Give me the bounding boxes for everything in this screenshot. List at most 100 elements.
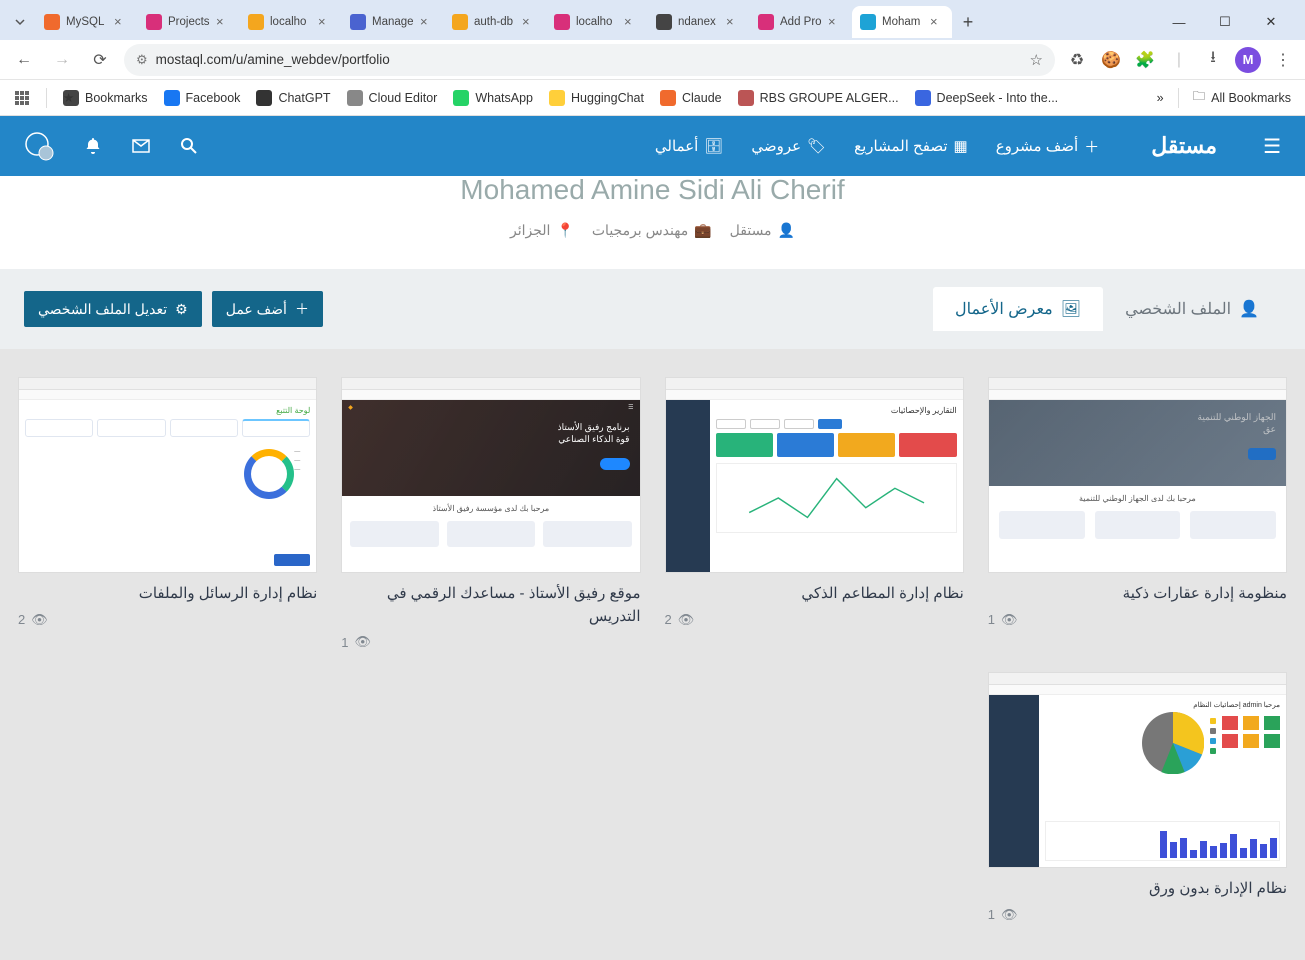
- portfolio-thumb[interactable]: ☰◆ برنامج رفيق الأستاذقوة الذكاء الصناعي…: [341, 377, 640, 573]
- nav-browse-projects[interactable]: تصفح المشاريع ▦: [854, 137, 968, 155]
- browser-tab[interactable]: localho×: [240, 6, 340, 38]
- tab-favicon: [452, 14, 468, 30]
- profile-name: Mohamed Amine Sidi Ali Cherif: [0, 170, 1305, 206]
- gallery-icon: 🖼: [1061, 299, 1081, 319]
- bookmark-star-icon[interactable]: ☆: [1030, 51, 1043, 69]
- portfolio-title[interactable]: منظومة إدارة عقارات ذكية: [988, 583, 1287, 606]
- profile-avatar[interactable]: M: [1235, 47, 1261, 73]
- window-maximize[interactable]: ☐: [1207, 8, 1243, 36]
- portfolio-title[interactable]: نظام إدارة المطاعم الذكي: [665, 583, 964, 606]
- extensions-puzzle-icon[interactable]: 🧩: [1133, 48, 1157, 72]
- bookmark-favicon: [453, 90, 469, 106]
- bookmark-item[interactable]: RBS GROUPE ALGER...: [738, 90, 899, 106]
- new-tab-button[interactable]: +: [954, 8, 982, 36]
- bookmark-favicon: [347, 90, 363, 106]
- tab-personal[interactable]: الملف الشخصي 👤: [1103, 287, 1281, 331]
- browser-tab[interactable]: Moham×: [852, 6, 952, 38]
- bookmark-item[interactable]: HuggingChat: [549, 90, 644, 106]
- close-icon[interactable]: ×: [318, 15, 332, 29]
- extension-cookie-icon[interactable]: 🍪: [1099, 48, 1123, 72]
- portfolio-card: الجهاز الوطني للتنميةعق مرحبا بك لدى الج…: [988, 377, 1287, 650]
- bookmark-item[interactable]: Facebook: [164, 90, 241, 106]
- window-minimize[interactable]: —: [1161, 8, 1197, 36]
- close-icon[interactable]: ×: [216, 15, 230, 29]
- browser-tab[interactable]: MySQL×: [36, 6, 136, 38]
- all-bookmarks[interactable]: 🗀 All Bookmarks: [1193, 87, 1291, 108]
- portfolio-card: مرحبا admin إحصائيات النظام: [988, 672, 1287, 923]
- tab-favicon: [758, 14, 774, 30]
- bookmark-favicon: [915, 90, 931, 106]
- tab-portfolio[interactable]: معرض الأعمال 🖼: [933, 287, 1103, 331]
- bookmarks-overflow[interactable]: »: [1157, 91, 1164, 105]
- bookmark-item[interactable]: ChatGPT: [256, 90, 330, 106]
- portfolio-title[interactable]: نظام الإدارة بدون ورق: [988, 878, 1287, 901]
- search-icon[interactable]: [180, 137, 198, 155]
- bookmark-item[interactable]: Cloud Editor: [347, 90, 438, 106]
- window-close[interactable]: ✕: [1253, 8, 1289, 36]
- downloads-icon[interactable]: ⭳: [1201, 48, 1225, 72]
- folder-icon: 🗀: [1193, 87, 1206, 108]
- site-topbar: أعمالي 🗄 عروضي 🏷 تصفح المشاريع ▦ أضف مشر…: [0, 116, 1305, 176]
- eye-icon: 👁: [31, 612, 48, 628]
- site-info-icon[interactable]: ⚙: [136, 52, 148, 68]
- nav-add-project[interactable]: أضف مشروع ＋: [996, 136, 1100, 157]
- nav-my-offers[interactable]: عروضي 🏷: [751, 137, 826, 155]
- profile-header: Mohamed Amine Sidi Ali Cherif الجزائر📍 م…: [0, 176, 1305, 269]
- close-icon[interactable]: ×: [522, 15, 536, 29]
- close-icon[interactable]: ×: [828, 15, 842, 29]
- tabs-actions-row: تعديل الملف الشخصي ⚙ أضف عمل ＋ معرض الأع…: [0, 269, 1305, 349]
- url-text: mostaql.com/u/amine_webdev/portfolio: [156, 52, 390, 67]
- tab-favicon: [248, 14, 264, 30]
- browser-tab[interactable]: ndanex×: [648, 6, 748, 38]
- extensions-recycle-icon[interactable]: ♻: [1065, 48, 1089, 72]
- browser-tab[interactable]: Add Pro×: [750, 6, 850, 38]
- browser-tab[interactable]: auth-db×: [444, 6, 544, 38]
- bell-icon[interactable]: [84, 137, 102, 155]
- tabs-dropdown[interactable]: [6, 8, 34, 36]
- portfolio-thumb[interactable]: الجهاز الوطني للتنميةعق مرحبا بك لدى الج…: [988, 377, 1287, 573]
- browser-tab[interactable]: Manage×: [342, 6, 442, 38]
- tab-favicon: [44, 14, 60, 30]
- nav-my-work[interactable]: أعمالي 🗄: [655, 137, 723, 155]
- browser-tab[interactable]: localho×: [546, 6, 646, 38]
- portfolio-title[interactable]: موقع رفيق الأستاذ - مساعدك الرقمي في الت…: [341, 583, 640, 628]
- globe-user-icon[interactable]: [24, 131, 54, 161]
- eye-icon: 👁: [678, 612, 695, 628]
- user-icon: 👤: [778, 222, 795, 239]
- apps-icon[interactable]: [14, 90, 30, 106]
- browser-chrome: MySQL×Projects×localho×Manage×auth-db×lo…: [0, 0, 1305, 116]
- plus-icon: ＋: [1084, 136, 1099, 157]
- portfolio-thumb[interactable]: مرحبا admin إحصائيات النظام: [988, 672, 1287, 868]
- nav-back[interactable]: ←: [10, 46, 38, 74]
- bookmark-item[interactable]: Claude: [660, 90, 722, 106]
- close-icon[interactable]: ×: [624, 15, 638, 29]
- browser-tab[interactable]: Projects×: [138, 6, 238, 38]
- portfolio-title[interactable]: نظام إدارة الرسائل والملفات: [18, 583, 317, 606]
- add-work-button[interactable]: أضف عمل ＋: [212, 291, 323, 327]
- eye-icon: 👁: [1001, 612, 1018, 628]
- portfolio-views: 1👁: [341, 634, 640, 650]
- portfolio-thumb[interactable]: التقارير والإحصائيات: [665, 377, 964, 573]
- close-icon[interactable]: ×: [114, 15, 128, 29]
- close-icon[interactable]: ×: [420, 15, 434, 29]
- nav-reload[interactable]: ⟳: [86, 46, 114, 74]
- menu-burger-icon[interactable]: ☰: [1263, 134, 1281, 159]
- chrome-menu-icon[interactable]: ⋮: [1271, 48, 1295, 72]
- bookmark-item[interactable]: DeepSeek - Into the...: [915, 90, 1059, 106]
- tab-favicon: [554, 14, 570, 30]
- envelope-icon[interactable]: [132, 137, 150, 155]
- nav-forward[interactable]: →: [48, 46, 76, 74]
- tab-favicon: [350, 14, 366, 30]
- profile-status: مستقل👤: [730, 222, 795, 239]
- user-icon: 👤: [1239, 299, 1259, 319]
- portfolio-thumb[interactable]: لوحة التتبع ———: [18, 377, 317, 573]
- close-icon[interactable]: ×: [726, 15, 740, 29]
- close-icon[interactable]: ×: [930, 15, 944, 29]
- grid-icon: ▦: [954, 137, 968, 155]
- bookmark-favicon: [164, 90, 180, 106]
- bookmark-item[interactable]: ★Bookmarks: [63, 90, 148, 106]
- bookmark-item[interactable]: WhatsApp: [453, 90, 533, 106]
- url-bar[interactable]: ⚙ mostaql.com/u/amine_webdev/portfolio ☆: [124, 44, 1055, 76]
- brand-logo[interactable]: مستقل: [1151, 133, 1217, 159]
- edit-profile-button[interactable]: تعديل الملف الشخصي ⚙: [24, 291, 202, 327]
